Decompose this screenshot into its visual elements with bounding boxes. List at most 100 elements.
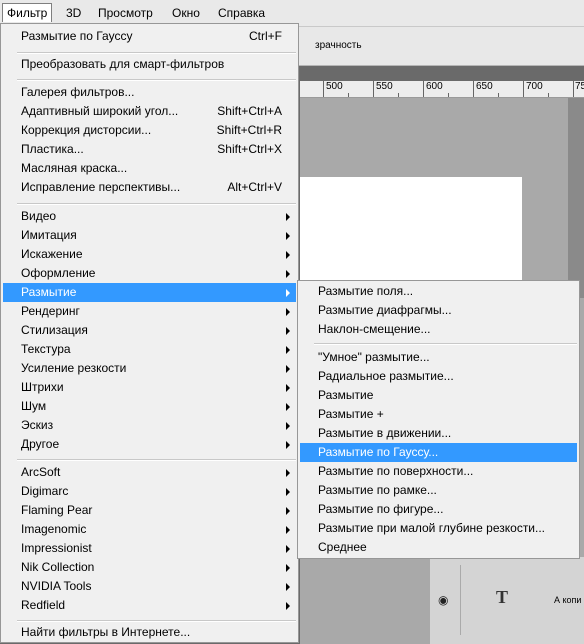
menu-item-stylize[interactable]: Стилизация — [3, 321, 296, 340]
menu-item-shortcut: Ctrl+F — [249, 29, 282, 43]
menu-item-nik-collection[interactable]: Nik Collection — [3, 558, 296, 577]
menu-item-label: Рендеринг — [21, 304, 80, 318]
menu-item-brush-strokes[interactable]: Штрихи — [3, 378, 296, 397]
menu-item-label: Шум — [21, 399, 47, 413]
menu-3d[interactable]: 3D — [62, 4, 85, 22]
separator — [17, 52, 296, 54]
submenu-item-field-blur[interactable]: Размытие поля... — [300, 282, 577, 301]
ruler-label: 550 — [376, 81, 393, 92]
submenu-item-gaussian-blur[interactable]: Размытие по Гауссу... — [300, 443, 577, 462]
menu-view[interactable]: Просмотр — [94, 4, 157, 22]
document-canvas[interactable] — [300, 177, 522, 287]
menu-item-gaussian-blur[interactable]: Размытие по Гауссу Ctrl+F — [3, 27, 296, 46]
menu-item-imagenomic[interactable]: Imagenomic — [3, 520, 296, 539]
menu-item-lens-correction[interactable]: Коррекция дисторсии... Shift+Ctrl+R — [3, 121, 296, 140]
submenu-item-iris-blur[interactable]: Размытие диафрагмы... — [300, 301, 577, 320]
text-layer-icon: T — [496, 587, 509, 607]
menu-item-pixelate[interactable]: Оформление — [3, 264, 296, 283]
menu-item-label: Преобразовать для смарт-фильтров — [21, 57, 225, 71]
layers-panel: ◉ T А копи — [430, 557, 584, 644]
menu-item-label: Размытие — [318, 388, 374, 402]
menu-item-label: Размытие по рамке... — [318, 483, 437, 497]
separator — [314, 343, 577, 345]
menu-item-label: Размытие поля... — [318, 284, 414, 298]
menu-item-flaming-pear[interactable]: Flaming Pear — [3, 501, 296, 520]
menu-item-digimarc[interactable]: Digimarc — [3, 482, 296, 501]
submenu-item-tilt-shift[interactable]: Наклон-смещение... — [300, 320, 577, 339]
submenu-item-smart-blur[interactable]: "Умное" размытие... — [300, 348, 577, 367]
menu-item-convert-smart[interactable]: Преобразовать для смарт-фильтров — [3, 55, 296, 74]
submenu-item-average[interactable]: Среднее — [300, 538, 577, 557]
menu-filter[interactable]: Фильтр — [2, 3, 53, 22]
submenu-arrow-icon — [286, 488, 290, 496]
menu-item-label: Imagenomic — [21, 522, 87, 536]
menu-item-label: Найти фильтры в Интернете... — [21, 625, 191, 639]
eye-icon[interactable]: ◉ — [438, 593, 448, 607]
menu-item-label: Размытие — [21, 285, 77, 299]
menu-item-label: Digimarc — [21, 484, 69, 498]
menu-item-shortcut: Shift+Ctrl+R — [216, 123, 282, 137]
menu-item-label: Размытие по Гауссу — [21, 29, 133, 43]
submenu-arrow-icon — [286, 469, 290, 477]
submenu-item-motion-blur[interactable]: Размытие в движении... — [300, 424, 577, 443]
layer-name[interactable]: А копи — [554, 595, 581, 605]
menu-item-nvidia-tools[interactable]: NVIDIA Tools — [3, 577, 296, 596]
ruler-label: 650 — [476, 81, 493, 92]
submenu-arrow-icon — [286, 403, 290, 411]
ruler-label: 75 — [575, 81, 584, 92]
menu-item-other[interactable]: Другое — [3, 435, 296, 454]
menu-item-label: Наклон-смещение... — [318, 322, 431, 336]
submenu-arrow-icon — [286, 583, 290, 591]
menu-item-sharpen[interactable]: Усиление резкости — [3, 359, 296, 378]
menu-item-video[interactable]: Видео — [3, 207, 296, 226]
menu-item-artistic[interactable]: Имитация — [3, 226, 296, 245]
menu-item-distort[interactable]: Искажение — [3, 245, 296, 264]
menu-item-texture[interactable]: Текстура — [3, 340, 296, 359]
menu-item-arcsoft[interactable]: ArcSoft — [3, 463, 296, 482]
menu-item-adaptive-wide-angle[interactable]: Адаптивный широкий угол... Shift+Ctrl+A — [3, 102, 296, 121]
menu-item-label: Размытие по поверхности... — [318, 464, 474, 478]
submenu-item-blur-more[interactable]: Размытие + — [300, 405, 577, 424]
separator — [17, 203, 296, 205]
submenu-arrow-icon — [286, 507, 290, 515]
menu-item-shortcut: Shift+Ctrl+X — [217, 142, 282, 156]
submenu-item-radial-blur[interactable]: Радиальное размытие... — [300, 367, 577, 386]
menu-item-label: Другое — [21, 437, 60, 451]
menu-item-label: "Умное" размытие... — [318, 350, 430, 364]
menu-window[interactable]: Окно — [168, 4, 204, 22]
menu-item-render[interactable]: Рендеринг — [3, 302, 296, 321]
menu-item-label: Имитация — [21, 228, 77, 242]
menu-item-label: NVIDIA Tools — [21, 579, 92, 593]
menu-item-label: Redfield — [21, 598, 66, 612]
ruler-label: 600 — [426, 81, 443, 92]
menu-item-label: Искажение — [21, 247, 83, 261]
menu-item-label: Исправление перспективы... — [21, 180, 181, 194]
ruler-label: 500 — [326, 81, 343, 92]
menu-item-oil-paint[interactable]: Масляная краска... — [3, 159, 296, 178]
menu-item-vanishing-point[interactable]: Исправление перспективы... Alt+Ctrl+V — [3, 178, 296, 197]
menu-item-noise[interactable]: Шум — [3, 397, 296, 416]
submenu-item-shape-blur[interactable]: Размытие по фигуре... — [300, 500, 577, 519]
menu-item-sketch[interactable]: Эскиз — [3, 416, 296, 435]
menu-item-blur[interactable]: Размытие — [3, 283, 296, 302]
menu-help[interactable]: Справка — [214, 4, 269, 22]
submenu-item-surface-blur[interactable]: Размытие по поверхности... — [300, 462, 577, 481]
submenu-item-lens-blur[interactable]: Размытие при малой глубине резкости... — [300, 519, 577, 538]
menu-item-label: Эскиз — [21, 418, 54, 432]
menu-item-label: Штрихи — [21, 380, 64, 394]
submenu-item-box-blur[interactable]: Размытие по рамке... — [300, 481, 577, 500]
horizontal-ruler: 500 550 600 650 700 75 — [300, 81, 584, 98]
menu-item-browse-filters-online[interactable]: Найти фильтры в Интернете... — [3, 623, 296, 642]
menu-item-impressionist[interactable]: Impressionist — [3, 539, 296, 558]
menu-item-filter-gallery[interactable]: Галерея фильтров... — [3, 83, 296, 102]
submenu-arrow-icon — [286, 251, 290, 259]
menu-item-label: Пластика... — [21, 142, 84, 156]
menu-item-label: Размытие + — [318, 407, 384, 421]
menu-item-label: Размытие при малой глубине резкости... — [318, 521, 546, 535]
submenu-item-blur[interactable]: Размытие — [300, 386, 577, 405]
scrollbar-track[interactable] — [568, 98, 584, 298]
menu-item-liquify[interactable]: Пластика... Shift+Ctrl+X — [3, 140, 296, 159]
submenu-arrow-icon — [286, 545, 290, 553]
menu-item-redfield[interactable]: Redfield — [3, 596, 296, 615]
menu-item-label: Масляная краска... — [21, 161, 128, 175]
